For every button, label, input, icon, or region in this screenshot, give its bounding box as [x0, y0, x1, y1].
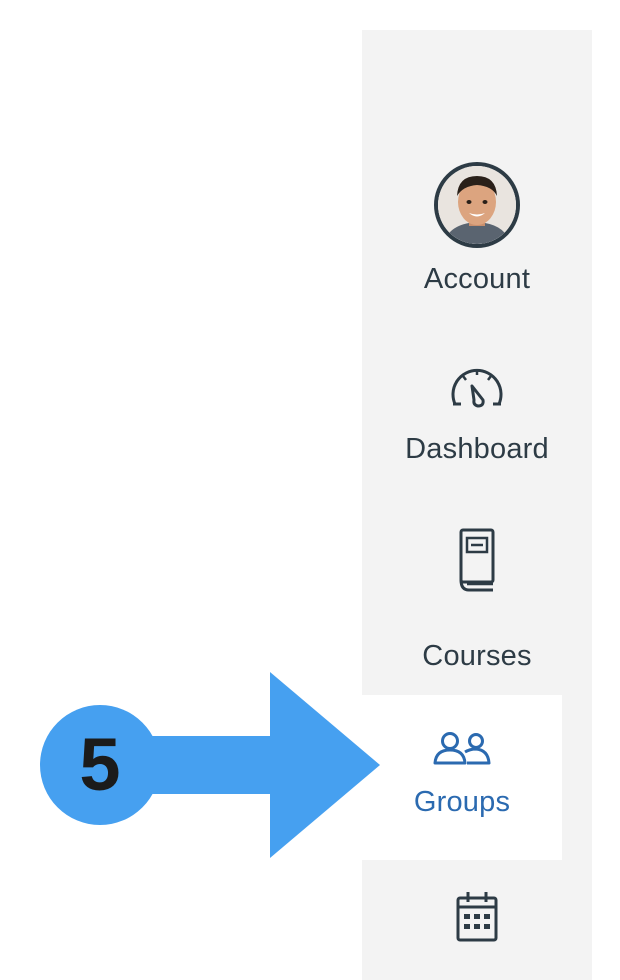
step-number: 5 [79, 723, 121, 806]
nav-item-dashboard[interactable]: Dashboard [362, 364, 592, 494]
nav-label-groups: Groups [413, 786, 511, 818]
dashboard-icon [451, 368, 503, 408]
groups-icon [433, 732, 491, 765]
nav-item-groups[interactable]: Groups [362, 695, 562, 860]
account-avatar [434, 162, 520, 248]
nav-item-courses[interactable]: Courses [362, 528, 592, 678]
nav-label-account: Account [423, 263, 531, 295]
courses-icon [459, 528, 495, 592]
global-navigation: Account Dashboard Courses Groups [362, 30, 592, 980]
nav-label-courses: Courses [422, 640, 532, 672]
arrow-shaft [150, 736, 275, 794]
calendar-icon [456, 892, 498, 942]
nav-item-calendar[interactable] [362, 860, 592, 980]
nav-label-dashboard: Dashboard [405, 433, 549, 465]
nav-item-account[interactable]: Account [362, 162, 592, 312]
avatar-photo [438, 166, 516, 244]
